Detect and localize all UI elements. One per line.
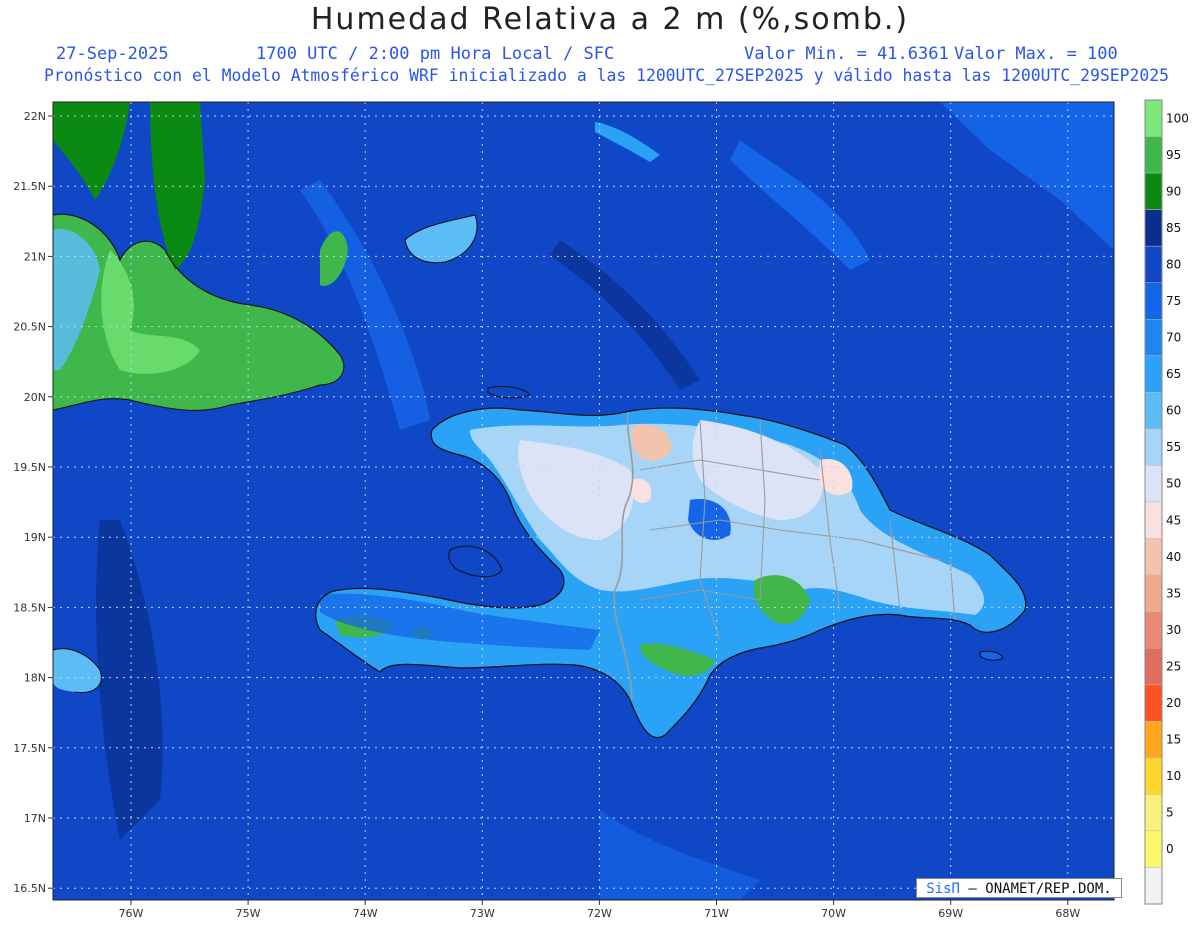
legend-swatch [1144, 245, 1163, 283]
legend-swatch [1144, 465, 1163, 503]
longitude-label: 74W [353, 907, 378, 920]
legend-swatch [1144, 392, 1163, 430]
legend-swatch [1144, 136, 1163, 174]
longitude-label: 73W [470, 907, 495, 920]
legend-label: 100 [1166, 111, 1189, 125]
map-figure: 22N 21.5N 21N 20.5N 20N 19.5N 19N 18.5N 18N 17.5N… [13, 99, 1189, 920]
latitude-label: 22N [24, 110, 46, 123]
longitude-label: 70W [821, 907, 846, 920]
legend-label: 70 [1166, 331, 1181, 345]
latitude-label: 16.5N [13, 882, 46, 895]
legend-label: 55 [1166, 440, 1181, 454]
legend-swatch [1144, 282, 1163, 320]
latitude-label: 20.5N [13, 321, 46, 334]
legend-label: 90 [1166, 184, 1181, 198]
latitude-label: 18.5N [13, 601, 46, 614]
longitude-label: 75W [236, 907, 261, 920]
agency-label: – ONAMET/REP.DOM. [968, 881, 1112, 897]
legend-label: 45 [1166, 513, 1181, 527]
legend-label: 35 [1166, 586, 1181, 600]
legend-label: 60 [1166, 404, 1181, 418]
latitude-label: 19.5N [13, 461, 46, 474]
latitude-label: 18N [24, 672, 46, 685]
latitude-label: 21.5N [13, 180, 46, 193]
legend-swatch [1144, 611, 1163, 649]
legend-swatch [1144, 574, 1163, 612]
legend-swatch [1144, 209, 1163, 247]
legend-swatch [1144, 684, 1163, 722]
legend-label: 15 [1166, 733, 1181, 747]
latitude-label: 19N [24, 531, 46, 544]
legend-label: 25 [1166, 659, 1181, 673]
longitude-label: 68W [1055, 907, 1080, 920]
legend-label: 95 [1166, 148, 1181, 162]
legend-label: 0 [1166, 842, 1174, 856]
humidity-map [53, 102, 1114, 900]
legend-label: 85 [1166, 221, 1181, 235]
legend-swatch [1144, 830, 1163, 868]
legend-swatch [1144, 721, 1163, 759]
legend-swatch [1144, 867, 1163, 905]
legend-swatch [1144, 319, 1163, 357]
legend-swatch [1144, 538, 1163, 576]
legend-label: 40 [1166, 550, 1181, 564]
latitude-label: 20N [24, 391, 46, 404]
longitude-label: 72W [587, 907, 612, 920]
legend-swatch [1144, 501, 1163, 539]
legend-label: 65 [1166, 367, 1181, 381]
legend-label: 75 [1166, 294, 1181, 308]
legend-swatch [1144, 99, 1163, 137]
legend-label: 20 [1166, 696, 1181, 710]
longitude-label: 76W [119, 907, 144, 920]
legend-swatch [1144, 794, 1163, 832]
credits-badge: SisΠ – ONAMET/REP.DOM. [916, 878, 1122, 898]
legend-label: 10 [1166, 769, 1181, 783]
legend-swatch [1144, 172, 1163, 210]
legend-label: 30 [1166, 623, 1181, 637]
longitude-label: 71W [704, 907, 729, 920]
legend-label: 50 [1166, 477, 1181, 491]
legend-label: 5 [1166, 806, 1174, 820]
latitude-label: 17.5N [13, 742, 46, 755]
longitude-label: 69W [938, 907, 963, 920]
latitude-label: 17N [24, 812, 46, 825]
legend-swatch [1144, 647, 1163, 685]
legend-label: 80 [1166, 257, 1181, 271]
sispi-brand: SisΠ [926, 881, 960, 897]
latitude-label: 21N [24, 250, 46, 263]
legend-swatch [1144, 355, 1163, 393]
legend-swatch [1144, 757, 1163, 795]
color-legend: 1009590858075706560555045403530252015105… [1144, 99, 1189, 905]
legend-swatch [1144, 428, 1163, 466]
